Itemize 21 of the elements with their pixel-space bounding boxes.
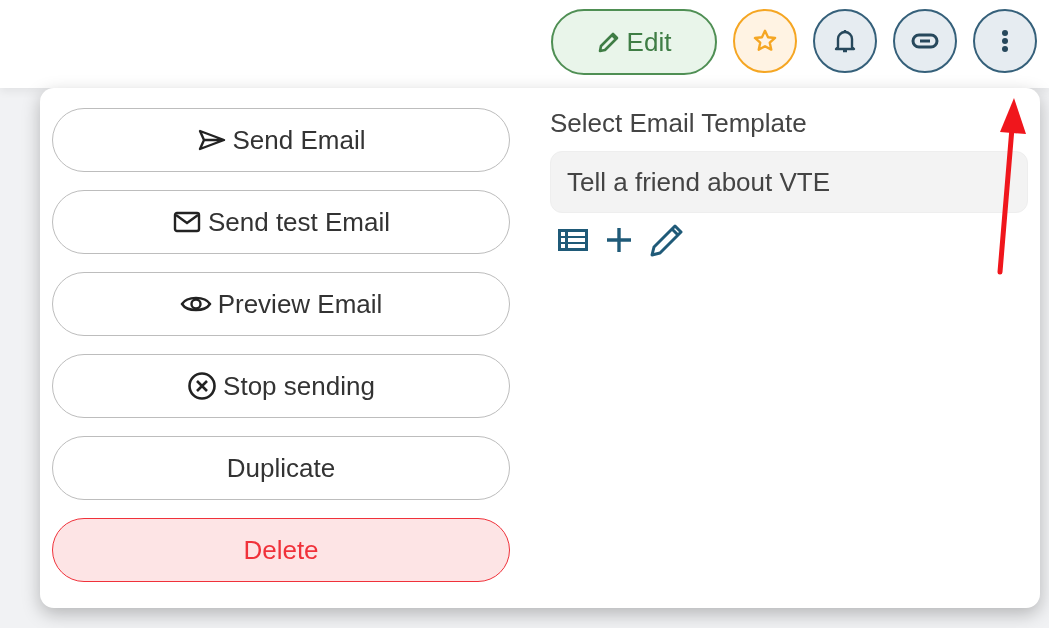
- list-icon[interactable]: [556, 226, 590, 254]
- more-icon: [1001, 29, 1009, 53]
- duplicate-button[interactable]: Duplicate: [52, 436, 510, 500]
- more-button[interactable]: [973, 9, 1037, 73]
- send-email-button[interactable]: Send Email: [52, 108, 510, 172]
- link-button[interactable]: [893, 9, 957, 73]
- send-icon: [196, 128, 227, 152]
- stop-sending-button[interactable]: Stop sending: [52, 354, 510, 418]
- preview-email-button[interactable]: Preview Email: [52, 272, 510, 336]
- field-label: Select Email Template: [550, 107, 808, 140]
- template-select[interactable]: Tell a friend about VTE: [550, 151, 1028, 213]
- cancel-icon: [187, 371, 218, 401]
- star-icon: [752, 28, 778, 54]
- plus-icon[interactable]: [604, 225, 634, 255]
- link-icon: [911, 32, 939, 50]
- notification-button[interactable]: [813, 9, 877, 73]
- pencil-icon: [596, 30, 621, 54]
- bell-icon: [833, 28, 857, 54]
- envelope-icon: [171, 210, 202, 234]
- edit-button[interactable]: Edit: [551, 9, 717, 75]
- send-test-email-button[interactable]: Send test Email: [52, 190, 510, 254]
